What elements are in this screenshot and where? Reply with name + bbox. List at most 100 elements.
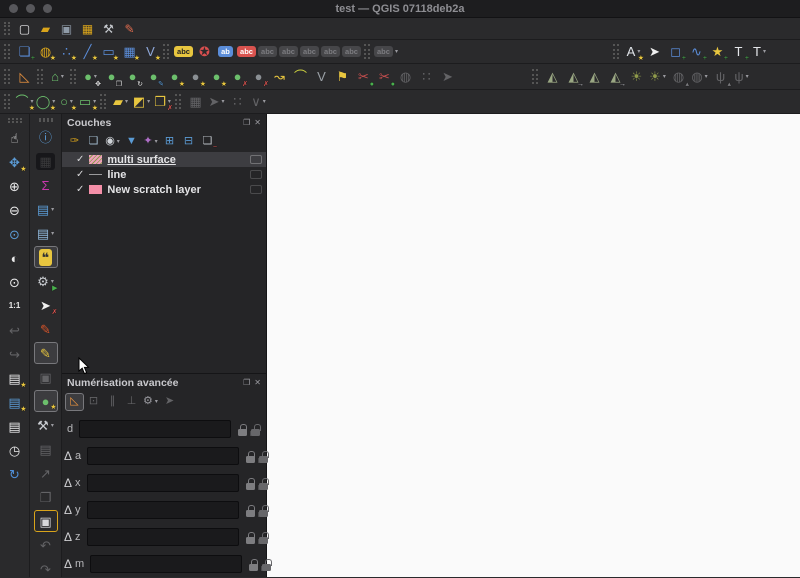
paste-features-button[interactable]: ▣ <box>33 510 58 532</box>
digitize-with-shape-dropdown[interactable]: ▾ <box>61 73 64 80</box>
polygon-annotation-button[interactable]: ◻ + <box>665 41 686 62</box>
filter-legend-button[interactable]: ▼ <box>122 133 141 151</box>
new-geopackage-layer-button[interactable]: ◍ ★ <box>35 41 56 62</box>
manage-map-themes-button[interactable]: ◉ ▾ <box>103 133 122 151</box>
expand-all-button[interactable]: ⊞ <box>160 133 179 151</box>
repeating-lock-button-z[interactable] <box>258 529 269 545</box>
cad-settings-dropdown[interactable]: ▾ <box>155 398 158 405</box>
toolbar-handle[interactable] <box>613 44 619 59</box>
labeling-single-button[interactable]: ab <box>215 41 236 62</box>
label-tool-6-dropdown[interactable]: ▾ <box>395 48 398 55</box>
select-shape-tool-dropdown[interactable]: ▾ <box>221 98 224 105</box>
vertex-tool-dropdown[interactable]: ▾ <box>51 422 54 429</box>
processing-toolbox-button[interactable]: ⚙ ▶ ▾ <box>34 270 57 293</box>
layer-visibility-checkbox[interactable]: ✓ <box>76 184 84 195</box>
regular-polygon-button[interactable]: ▰ ▾ <box>110 91 131 112</box>
repeating-lock-button-m[interactable] <box>262 556 273 572</box>
main-annotation-layer-dropdown[interactable]: ▾ <box>637 48 640 55</box>
layers-panel-float-icon[interactable]: ❐ <box>243 118 250 127</box>
text-annotation-button[interactable]: T + <box>728 41 749 62</box>
lock-button-z[interactable] <box>245 529 256 545</box>
save-project-button[interactable]: ▣ <box>56 19 77 38</box>
attribute-table-button[interactable]: ▤ ▾ <box>34 198 58 220</box>
circle-dropdown[interactable]: ▾ <box>52 98 55 105</box>
mesh-branch-2-dropdown[interactable]: ▾ <box>746 73 749 80</box>
labeling-rule-based-button[interactable]: abc <box>236 41 257 62</box>
pan-to-selection-button[interactable]: ✥ ★ <box>3 151 26 174</box>
add-part-button[interactable]: ● ★ <box>185 65 206 88</box>
layer-visibility-checkbox[interactable]: ✓ <box>76 169 84 180</box>
close-window-button[interactable] <box>9 4 18 13</box>
layer-item[interactable]: ✓ multi surface <box>62 152 266 167</box>
layers-panel-close-icon[interactable]: ✕ <box>254 118 261 127</box>
new-virtual-layer-button[interactable]: V ★ <box>140 41 161 62</box>
form-annotation-dropdown[interactable]: ▾ <box>763 48 766 55</box>
lock-button-m[interactable] <box>249 556 259 572</box>
circular-string-dropdown[interactable]: ▾ <box>31 98 34 105</box>
cad-input-z[interactable] <box>86 527 239 546</box>
show-bookmarks-button[interactable]: ▤ ★ <box>3 391 26 414</box>
vertex-tool-button[interactable]: ⚒ ▾ <box>34 414 58 436</box>
trace-button[interactable]: ⚑ <box>332 65 353 88</box>
current-edits-button[interactable]: ✎ <box>34 318 58 340</box>
new-project-button[interactable]: ▢ <box>14 19 35 38</box>
marker-annotation-button[interactable]: ★ + <box>707 41 728 62</box>
select-annotation-button[interactable]: ➤ <box>644 41 665 62</box>
node-shape-tool-dropdown[interactable]: ▾ <box>263 98 266 105</box>
pan-map-button[interactable]: ☝ <box>3 127 27 149</box>
split-parts-button[interactable]: ✂ ● <box>374 65 395 88</box>
fill-triangle-button[interactable]: ◩ ▾ <box>131 91 152 112</box>
remove-layer-button[interactable]: ❏ − <box>198 133 217 151</box>
circular-string-button[interactable]: ⌒ ★ ▾ <box>14 91 35 112</box>
delete-ring-button[interactable]: ● ✗ <box>227 65 248 88</box>
mesh-reindex-button[interactable]: ☀ <box>626 65 647 88</box>
toolbar-handle[interactable] <box>4 21 10 35</box>
filter-by-expression-button[interactable]: ✦ ▾ <box>141 133 160 151</box>
new-line-layer-button[interactable]: ╱ ★ <box>77 41 98 62</box>
attribute-table-alt-button[interactable]: ▤ ▾ <box>34 222 58 244</box>
layer-labeling-options-button[interactable]: abc <box>173 41 194 62</box>
toolbar-handle[interactable] <box>100 94 106 109</box>
cad-input-d[interactable] <box>79 419 232 438</box>
lock-button-x[interactable] <box>245 475 256 491</box>
move-feature-dropdown[interactable]: ▾ <box>94 73 97 80</box>
split-features-button[interactable]: ✂ ● <box>353 65 374 88</box>
bookmark-manager-button[interactable]: ▤ <box>3 415 27 437</box>
add-group-button[interactable]: ❏ <box>84 133 103 151</box>
toolbar-handle[interactable] <box>532 68 538 85</box>
toolbar-handle[interactable] <box>4 94 10 109</box>
zoom-window-button[interactable] <box>43 4 52 13</box>
attribute-table-dropdown[interactable]: ▾ <box>51 206 54 213</box>
lock-button-d[interactable] <box>238 421 248 437</box>
save-project-as-button[interactable]: ▦ <box>77 19 98 38</box>
toolbar-handle[interactable] <box>163 44 169 59</box>
cad-input-x[interactable] <box>86 473 239 492</box>
fill-triangle-dropdown[interactable]: ▾ <box>147 98 150 105</box>
repeating-lock-button-d[interactable] <box>251 421 262 437</box>
lock-button-a[interactable] <box>246 448 256 464</box>
memory-layer-indicator-icon[interactable] <box>250 185 262 194</box>
cad-input-m[interactable] <box>90 554 243 573</box>
style-manager-button[interactable]: ✎ <box>119 19 140 38</box>
copy-paste-features-dropdown[interactable]: ▾ <box>168 98 171 105</box>
advanced-digitizing-close-icon[interactable]: ✕ <box>254 378 261 387</box>
lock-button-y[interactable] <box>245 502 256 518</box>
map-canvas[interactable] <box>267 114 800 577</box>
new-mesh-layer-button[interactable]: ▦ ★ <box>119 41 140 62</box>
map-tips-button[interactable]: ❝ <box>33 246 58 268</box>
toolbar-handle[interactable] <box>175 94 181 109</box>
new-point-layer-button[interactable]: ∴ ★ <box>56 41 77 62</box>
reshape-features-button[interactable]: ↝ <box>269 65 290 88</box>
copy-move-feature-button[interactable]: ● ❐ <box>101 65 122 88</box>
cad-settings-button[interactable]: ⚙ ▾ <box>141 393 160 411</box>
toolbar-handle[interactable] <box>7 118 22 123</box>
zoom-to-layer-button[interactable]: ◐ <box>3 247 27 269</box>
layout-manager-button[interactable]: ⚒ <box>98 19 119 38</box>
layer-item[interactable]: ✓ line <box>62 167 266 182</box>
attribute-table-alt-dropdown[interactable]: ▾ <box>51 230 54 237</box>
enable-advanced-digitizing-button[interactable]: ◺ <box>65 392 84 411</box>
toolbar-handle[interactable] <box>70 68 76 85</box>
mesh-force-2-dropdown[interactable]: ▾ <box>705 73 708 80</box>
fill-ring-button[interactable]: ● ★ <box>206 65 227 88</box>
add-polygon-feature-button[interactable]: ● ★ <box>33 390 58 412</box>
